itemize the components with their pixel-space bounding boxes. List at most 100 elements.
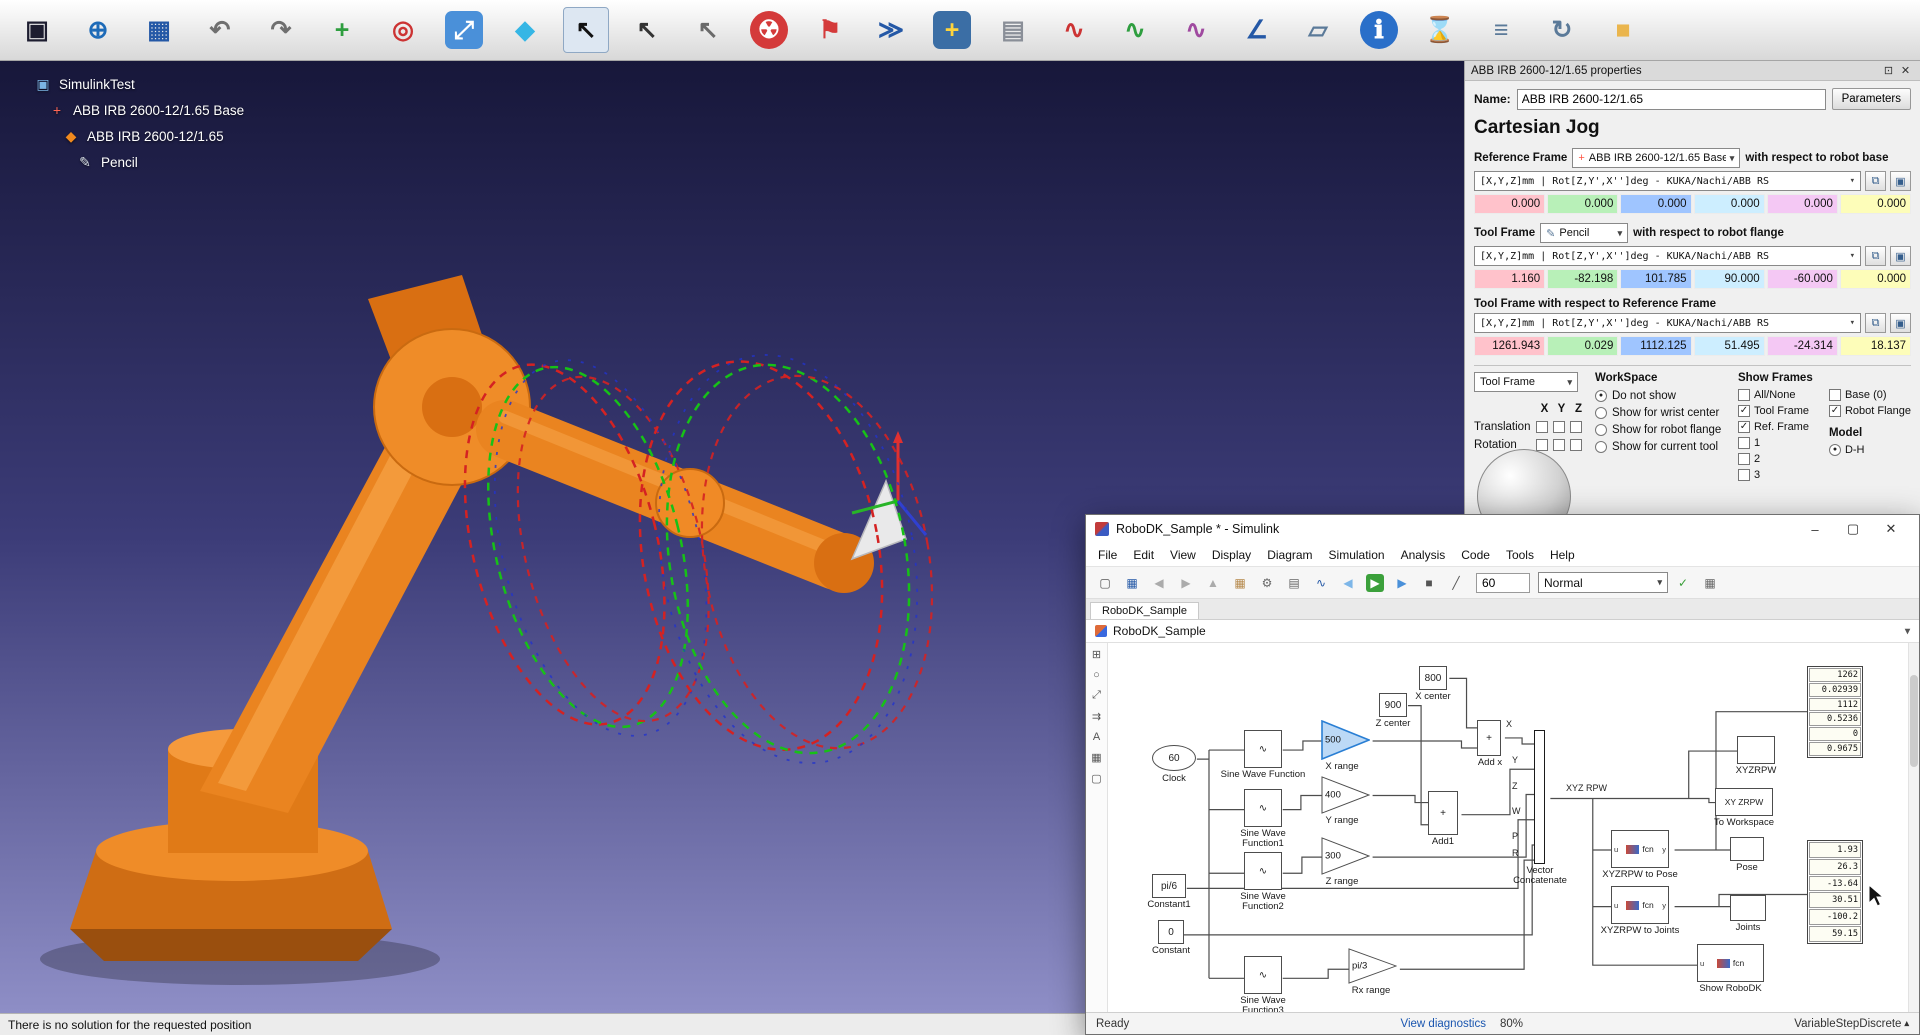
menu-item[interactable]: Diagram — [1260, 546, 1319, 564]
annotation-icon[interactable]: A — [1093, 731, 1100, 743]
reference-frame-combo[interactable]: + ABB IRB 2600-12/1.65 Base ▾ — [1572, 148, 1740, 168]
jog-value-cell[interactable]: -24.314 — [1767, 336, 1838, 356]
sine-wave-block[interactable]: ∿ — [1244, 956, 1282, 994]
gain-block-z-range[interactable]: 300 — [1321, 837, 1370, 875]
station-info-icon[interactable]: ℹ — [1356, 7, 1402, 53]
chevron-up-icon[interactable]: ▴ — [1904, 1018, 1909, 1029]
checkbox-icon[interactable]: ✓ — [1829, 405, 1841, 417]
scope-icon[interactable]: ∿ — [1309, 571, 1333, 595]
jog-value-cell[interactable]: 0.000 — [1620, 194, 1691, 214]
checkbox-icon[interactable] — [1738, 469, 1750, 481]
export-simulation-icon[interactable]: ■ — [1600, 7, 1646, 53]
tree-item-pencil-tool[interactable]: ✎ Pencil — [76, 149, 244, 175]
paste-pose-button[interactable]: ▣ — [1890, 171, 1911, 191]
joints-display-block[interactable] — [1730, 895, 1766, 921]
menu-item[interactable]: Display — [1205, 546, 1258, 564]
sine-wave-block[interactable]: ∿ — [1244, 789, 1282, 827]
add-x-block[interactable]: + — [1477, 720, 1501, 756]
jog-value-cell[interactable]: -60.000 — [1767, 269, 1838, 289]
fast-simulation-icon[interactable]: ≫ — [868, 7, 914, 53]
rotation-x-checkbox[interactable] — [1536, 439, 1548, 451]
close-button[interactable]: ✕ — [1872, 517, 1910, 541]
collision-map-icon[interactable]: ⚑ — [807, 7, 853, 53]
workspace-radio-option[interactable]: Show for robot flange — [1595, 421, 1730, 438]
paste-pose-button[interactable]: ▣ — [1890, 313, 1911, 333]
checkbox-icon[interactable] — [1738, 453, 1750, 465]
fit-all-icon[interactable]: ⤢ — [441, 7, 487, 53]
to-workspace-block[interactable]: XY ZRPW — [1715, 788, 1773, 816]
tool-frame-combo[interactable]: ✎ Pencil ▾ — [1540, 223, 1628, 243]
workspace-radio-option[interactable]: Show for current tool — [1595, 438, 1730, 455]
gain-block-y-range[interactable]: 400 — [1321, 776, 1370, 814]
float-panel-icon[interactable]: ⊡ — [1880, 64, 1897, 77]
pose-format-combo[interactable]: [X,Y,Z]mm | Rot[Z,Y',X'']deg - KUKA/Nach… — [1474, 171, 1861, 191]
close-panel-icon[interactable]: ✕ — [1897, 64, 1914, 77]
translation-z-checkbox[interactable] — [1570, 421, 1582, 433]
project-curve-icon[interactable]: ∿ — [1173, 7, 1219, 53]
translation-x-checkbox[interactable] — [1536, 421, 1548, 433]
jog-value-cell[interactable]: 18.137 — [1840, 336, 1911, 356]
online-library-icon[interactable]: ⊕ — [75, 7, 121, 53]
parameters-button[interactable]: Parameters — [1832, 88, 1911, 110]
sine-wave-block[interactable]: ∿ — [1244, 852, 1282, 890]
constant-block[interactable]: 0 — [1158, 920, 1184, 944]
model-dh-radio[interactable]: ● D-H — [1829, 442, 1911, 458]
view-diagnostics-link[interactable]: View diagnostics — [1401, 1018, 1486, 1030]
image-icon[interactable]: ▦ — [1091, 751, 1101, 764]
jog-value-cell[interactable]: 101.785 — [1620, 269, 1691, 289]
frame-checkbox-option[interactable]: Base (0) — [1829, 387, 1911, 403]
frame-checkbox-option[interactable]: 1 — [1738, 435, 1824, 451]
redo-icon[interactable]: ↷ — [258, 7, 304, 53]
radio-icon[interactable]: ● — [1595, 390, 1607, 402]
menu-item[interactable]: View — [1163, 546, 1203, 564]
workspace-radio-option[interactable]: Show for wrist center — [1595, 404, 1730, 421]
joint-values-display[interactable]: 1.9326.3-13.6430.51-100.259.15 — [1807, 840, 1863, 944]
forward-icon[interactable]: ▶ — [1174, 571, 1198, 595]
program-sequence-icon[interactable]: ≡ — [1478, 7, 1524, 53]
radio-icon[interactable] — [1595, 441, 1607, 453]
jog-value-cell[interactable]: 1.160 — [1474, 269, 1545, 289]
rotation-z-checkbox[interactable] — [1570, 439, 1582, 451]
save-model-icon[interactable]: ▦ — [1120, 571, 1144, 595]
add-reference-frame-icon[interactable]: + — [319, 7, 365, 53]
checkbox-icon[interactable]: ✓ — [1738, 405, 1750, 417]
jog-value-cell[interactable]: 0.000 — [1840, 269, 1911, 289]
xyzrpw-display-block[interactable] — [1737, 736, 1775, 764]
constant-block-x-center[interactable]: 800 — [1419, 666, 1447, 690]
move-object-cursor-icon[interactable]: ↖ — [685, 7, 731, 53]
checkbox-icon[interactable] — [1738, 389, 1750, 401]
build-model-icon[interactable]: ▦ — [1698, 571, 1722, 595]
refresh-diagram-icon[interactable]: ✓ — [1671, 571, 1695, 595]
model-settings-icon[interactable]: ⚙ — [1255, 571, 1279, 595]
jog-value-cell[interactable]: -82.198 — [1547, 269, 1618, 289]
translation-y-checkbox[interactable] — [1553, 421, 1565, 433]
pose-values-display[interactable]: 12620.0293911120.523600.9675 — [1807, 666, 1863, 758]
fcn-block-xyzrpw-to-pose[interactable]: u fcn y — [1611, 830, 1669, 868]
radio-icon[interactable] — [1595, 424, 1607, 436]
up-to-parent-icon[interactable]: ▲ — [1201, 571, 1225, 595]
tree-item-station[interactable]: ▣ SimulinkTest — [34, 71, 244, 97]
select-cursor-icon[interactable]: ↖ — [563, 7, 609, 53]
constant-block-z-center[interactable]: 900 — [1379, 693, 1407, 717]
checkbox-icon[interactable] — [1829, 389, 1841, 401]
add-target-icon[interactable]: ◎ — [380, 7, 426, 53]
gain-block-x-range[interactable]: 500 — [1321, 720, 1370, 760]
pose-format-combo[interactable]: [X,Y,Z]mm | Rot[Z,Y',X'']deg - KUKA/Nach… — [1474, 246, 1861, 266]
minimize-button[interactable]: – — [1796, 517, 1834, 541]
pose-display-block[interactable] — [1730, 837, 1764, 861]
robot-name-input[interactable] — [1517, 89, 1826, 110]
add-curve-icon[interactable]: ∿ — [1051, 7, 1097, 53]
copy-pose-button[interactable]: ⧉ — [1865, 246, 1886, 266]
step-back-icon[interactable]: ◀ — [1336, 571, 1360, 595]
add-program-icon[interactable]: ▤ — [990, 7, 1036, 53]
checkbox-icon[interactable] — [1738, 437, 1750, 449]
maximize-button[interactable]: ▢ — [1834, 517, 1872, 541]
model-browser-toggle-icon[interactable]: ⊞ — [1092, 648, 1101, 661]
model-canvas[interactable]: 60 Clock ∿ Sine Wave Function ∿ Sine Wav… — [1108, 643, 1919, 1012]
menu-item[interactable]: File — [1091, 546, 1124, 564]
menu-item[interactable]: Code — [1454, 546, 1497, 564]
add1-block[interactable]: + — [1428, 791, 1458, 835]
menu-item[interactable]: Analysis — [1394, 546, 1453, 564]
jog-value-cell[interactable]: 0.000 — [1547, 194, 1618, 214]
isometric-view-icon[interactable]: ◆ — [502, 7, 548, 53]
